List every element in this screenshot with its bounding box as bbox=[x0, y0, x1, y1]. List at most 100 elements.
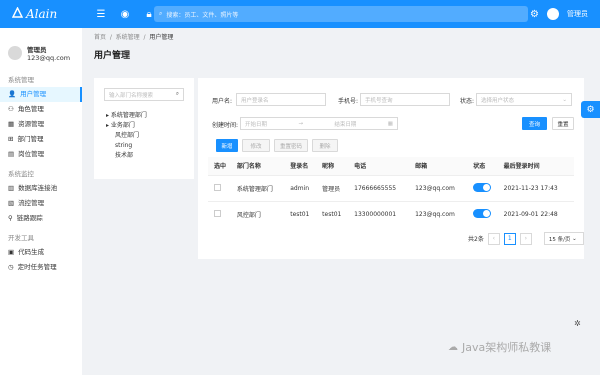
row-checkbox[interactable] bbox=[214, 209, 221, 217]
sidebar-item[interactable]: ▥ 数据库连接池 bbox=[0, 181, 82, 196]
sidebar-group-title: 系统管理 bbox=[8, 76, 34, 84]
settings-icon[interactable]: ⚙ bbox=[530, 9, 539, 20]
breadcrumb: 首页 / 系统管理 / 用户管理 bbox=[94, 34, 174, 41]
query-button[interactable]: 查询 bbox=[522, 117, 547, 130]
sidebar-item-label: 用户管理 bbox=[20, 90, 47, 98]
dept-tree: ▸ 系统管理部门 ▸ 业务部门 风控部门 string 技术部 bbox=[94, 111, 194, 161]
page-size-select[interactable]: 15 条/页 ⌄ bbox=[543, 232, 584, 245]
breadcrumb-system[interactable]: 系统管理 bbox=[116, 34, 140, 41]
cell-status bbox=[467, 200, 498, 227]
brand-logo[interactable]: Alain bbox=[0, 6, 88, 21]
avatar[interactable] bbox=[547, 8, 559, 20]
cell-phone: 13300000001 bbox=[348, 200, 410, 227]
search-input[interactable]: ⌕ 搜索：员工、文件、照片等 bbox=[154, 6, 528, 22]
cell-nick: test01 bbox=[316, 200, 349, 227]
column-header: 电话 bbox=[348, 157, 410, 175]
username-placeholder: 用户登录名 bbox=[241, 97, 269, 104]
username-input[interactable]: 用户登录名 bbox=[236, 93, 326, 106]
column-header: 状态 bbox=[467, 157, 498, 175]
edit-button[interactable]: 修改 bbox=[242, 139, 270, 152]
status-select[interactable]: 选择用户状态 ⌄ bbox=[476, 93, 572, 106]
tree-node[interactable]: 风控部门 bbox=[94, 131, 194, 141]
table-body: 系统管理部门 admin 管理员 17666665555 123@qq.com 2021-… bbox=[208, 174, 574, 227]
sidebar-item[interactable]: ⚲ 链路跟踪 bbox=[0, 211, 82, 226]
delete-button[interactable]: 删除 bbox=[312, 139, 338, 152]
sidebar-menu: 系统管理 👤 用户管理 ⚇ 角色管理 ▦ 资源管理 ⊞ 部门管理 ▤ 岗位管理 系统监控 ▥ 数据库连接池… bbox=[0, 68, 82, 275]
tree-node-label: 技术部 bbox=[115, 152, 134, 159]
phone-placeholder: 手机号查询 bbox=[365, 97, 393, 104]
tree-search-input[interactable]: 输入部门名称搜索 ⌕ bbox=[104, 88, 184, 101]
page-current[interactable]: 1 bbox=[503, 232, 516, 245]
menu-icon[interactable]: ☰ bbox=[90, 9, 112, 20]
settings-drawer-icon[interactable]: ⚙ bbox=[581, 101, 600, 118]
watermark: ☁ Java架构师私教课 bbox=[448, 339, 551, 355]
header-username[interactable]: 管理员 bbox=[567, 9, 588, 19]
add-button[interactable]: 新增 bbox=[216, 139, 238, 152]
user-avatar bbox=[8, 46, 22, 60]
table-row[interactable]: 风控部门 test01 test01 13300000001 123@qq.com 202… bbox=[208, 200, 574, 227]
sidebar-item-label: 资源管理 bbox=[18, 120, 45, 128]
sidebar-item[interactable]: ▤ 岗位管理 bbox=[0, 147, 82, 162]
cell-dept: 系统管理部门 bbox=[230, 174, 285, 201]
menu-item-icon: ⚲ bbox=[8, 214, 13, 222]
tree-node[interactable]: ▸ 系统管理部门 bbox=[94, 111, 194, 121]
cell-status bbox=[467, 174, 498, 201]
user-name: 管理员 bbox=[27, 46, 47, 54]
reset-button[interactable]: 重置 bbox=[552, 117, 574, 130]
cell-phone: 17666665555 bbox=[348, 174, 410, 201]
column-header: 登录名 bbox=[284, 157, 317, 175]
breadcrumb-home[interactable]: 首页 bbox=[94, 34, 106, 41]
next-page-icon[interactable]: › bbox=[519, 232, 532, 245]
total-count: 共2条 bbox=[468, 236, 484, 243]
wechat-icon: ☁ bbox=[448, 341, 458, 353]
sidebar-group-title: 系统监控 bbox=[8, 170, 34, 178]
cell-last-login: 2021-09-01 22:48 bbox=[497, 200, 574, 227]
tree-node[interactable]: ▸ 业务部门 bbox=[94, 121, 194, 131]
sidebar-item[interactable]: ⚇ 角色管理 bbox=[0, 102, 82, 117]
menu-item-icon: ▦ bbox=[8, 120, 15, 128]
cell-email: 123@qq.com bbox=[409, 200, 468, 227]
status-toggle[interactable] bbox=[473, 208, 492, 218]
user-table-panel: 用户名: 用户登录名 手机号: 手机号查询 状态: 选择用户状态 ⌄ 创建时间: … bbox=[198, 78, 584, 259]
menu-item-icon: ▤ bbox=[8, 150, 15, 158]
sidebar: 管理员 123@qq.com 系统管理 👤 用户管理 ⚇ 角色管理 ▦ 资源管理 ⊞ 部门管理 ▤… bbox=[0, 28, 82, 375]
watermark-text: Java架构师私教课 bbox=[462, 341, 552, 354]
tree-node-label: 系统管理部门 bbox=[110, 112, 147, 119]
sidebar-item[interactable]: ▣ 代码生成 bbox=[0, 245, 82, 260]
top-bar: Alain ☰ ◉ 🔒︎ ⌕ 搜索：员工、文件、照片等 ⚙ 管理员 bbox=[0, 0, 600, 28]
column-header: 最后登录时间 bbox=[497, 157, 574, 175]
tree-search-placeholder: 输入部门名称搜索 bbox=[109, 92, 154, 99]
row-checkbox[interactable] bbox=[214, 183, 221, 191]
cell-last-login: 2021-11-23 17:43 bbox=[497, 174, 574, 201]
calendar-icon: ▦ bbox=[387, 120, 393, 127]
search-placeholder: 搜索：员工、文件、照片等 bbox=[166, 11, 239, 19]
sidebar-item[interactable]: ⊞ 部门管理 bbox=[0, 132, 82, 147]
end-date-placeholder: 结束日期 bbox=[334, 121, 357, 128]
table-row[interactable]: 系统管理部门 admin 管理员 17666665555 123@qq.com 2021-… bbox=[208, 174, 574, 201]
phone-input[interactable]: 手机号查询 bbox=[360, 93, 450, 106]
arrow-icon: → bbox=[298, 120, 303, 127]
tree-node[interactable]: string bbox=[94, 141, 194, 151]
search-icon[interactable]: ⌕ bbox=[176, 91, 179, 98]
row-select-cell bbox=[208, 200, 231, 227]
chevron-down-icon: ⌄ bbox=[562, 96, 567, 103]
sidebar-item[interactable]: ▦ 资源管理 bbox=[0, 117, 82, 132]
sidebar-item[interactable]: 👤 用户管理 bbox=[0, 87, 82, 102]
reset-password-button[interactable]: 重置密码 bbox=[274, 139, 308, 152]
date-range-picker[interactable]: 开始日期 → 结束日期 ▦ bbox=[240, 117, 398, 130]
user-table: 选中 部门名称 登录名 昵称 电话 邮箱 状态 最后登录时间 系统管理部门 admin 管理员 17… bbox=[208, 157, 574, 227]
table-header-row: 选中 部门名称 登录名 昵称 电话 邮箱 状态 最后登录时间 bbox=[208, 157, 574, 175]
sidebar-item[interactable]: ▧ 流控管理 bbox=[0, 196, 82, 211]
tool-icon[interactable]: ✲ bbox=[574, 319, 581, 328]
tree-node[interactable]: 技术部 bbox=[94, 151, 194, 161]
row-select-cell bbox=[208, 174, 231, 201]
sidebar-item-label: 部门管理 bbox=[17, 135, 44, 143]
status-toggle[interactable] bbox=[473, 182, 492, 192]
github-icon[interactable]: ◉ bbox=[114, 9, 136, 20]
column-header: 昵称 bbox=[316, 157, 349, 175]
sidebar-user: 管理员 123@qq.com bbox=[0, 28, 82, 68]
prev-page-icon[interactable]: ‹ bbox=[487, 232, 500, 245]
breadcrumb-current: 用户管理 bbox=[149, 34, 174, 41]
created-label: 创建时间: bbox=[212, 122, 239, 129]
sidebar-item[interactable]: ◷ 定时任务管理 bbox=[0, 260, 82, 275]
